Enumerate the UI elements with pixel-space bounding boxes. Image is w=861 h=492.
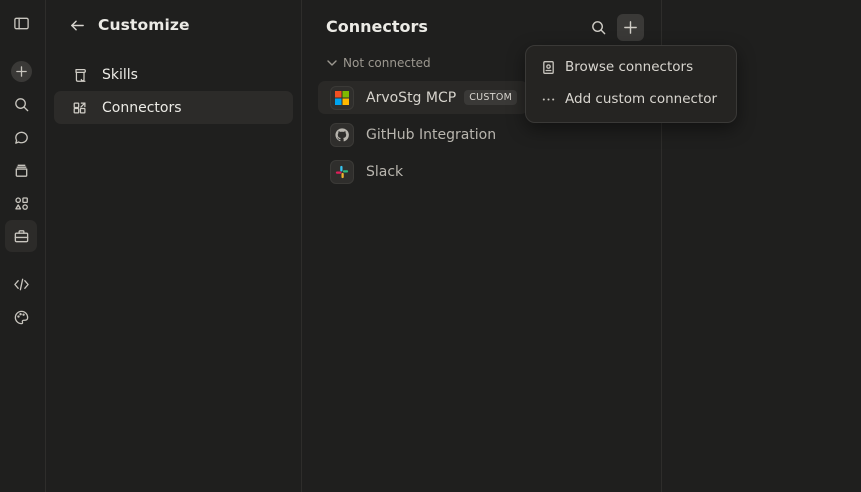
github-icon <box>330 122 354 147</box>
menu-item-label: Add custom connector <box>565 91 718 107</box>
code-button[interactable] <box>5 268 37 300</box>
plus-icon <box>15 65 27 77</box>
connector-row[interactable]: ArvoStg MCP CUSTOM <box>318 81 528 114</box>
nav-item-skills[interactable]: Skills <box>54 58 293 91</box>
customize-icon <box>14 229 28 242</box>
customize-button[interactable] <box>5 220 37 252</box>
connector-name: GitHub Integration <box>366 126 497 143</box>
group-label: Not connected <box>343 56 431 70</box>
custom-badge: CUSTOM <box>464 89 518 106</box>
scroll-icon <box>75 68 86 82</box>
menu-item-browse-connectors[interactable]: Browse connectors <box>532 53 730 81</box>
connectors-title: Connectors <box>326 17 428 36</box>
arrow-left-icon <box>70 20 84 30</box>
nav-item-label: Connectors <box>102 99 182 116</box>
menu-item-label: Browse connectors <box>565 59 694 75</box>
add-connector-button[interactable] <box>617 14 644 41</box>
page-title: Customize <box>98 16 190 34</box>
chevron-down-icon <box>327 60 337 66</box>
projects-icon <box>15 164 27 177</box>
code-icon <box>13 278 29 290</box>
connector-name: Slack <box>366 163 404 180</box>
nav-item-label: Skills <box>102 66 138 83</box>
browse-icon <box>543 60 554 74</box>
palette-button[interactable] <box>5 301 37 333</box>
search-connectors-button[interactable] <box>585 14 612 41</box>
icon-rail <box>0 0 46 492</box>
customize-header: Customize <box>66 14 190 36</box>
search-icon <box>592 21 606 35</box>
sidebar-toggle-icon <box>13 17 29 29</box>
artifacts-button[interactable] <box>5 187 37 219</box>
search-button[interactable] <box>5 88 37 120</box>
search-icon <box>14 97 28 111</box>
menu-item-add-custom-connector[interactable]: Add custom connector <box>532 85 730 113</box>
chats-button[interactable] <box>5 121 37 153</box>
add-connector-menu: Browse connectors Add custom connector <box>525 45 737 123</box>
chats-icon <box>14 131 28 144</box>
sidebar-toggle-button[interactable] <box>5 7 37 39</box>
back-button[interactable] <box>66 14 88 36</box>
slack-icon <box>330 159 354 184</box>
customize-panel: Customize Skills Connectors <box>46 0 302 492</box>
connector-name: ArvoStg MCP <box>366 89 457 106</box>
connectors-icon <box>73 101 86 114</box>
nav-item-connectors[interactable]: Connectors <box>54 91 293 124</box>
connector-row[interactable]: Slack <box>318 155 648 188</box>
palette-icon <box>14 310 28 324</box>
more-dots-icon <box>542 97 555 101</box>
group-header-not-connected[interactable]: Not connected <box>326 55 431 71</box>
new-chat-button[interactable] <box>5 55 37 87</box>
projects-button[interactable] <box>5 154 37 186</box>
plus-icon <box>624 21 637 34</box>
windows-logo-icon <box>330 85 354 110</box>
artifacts-icon <box>14 196 28 210</box>
